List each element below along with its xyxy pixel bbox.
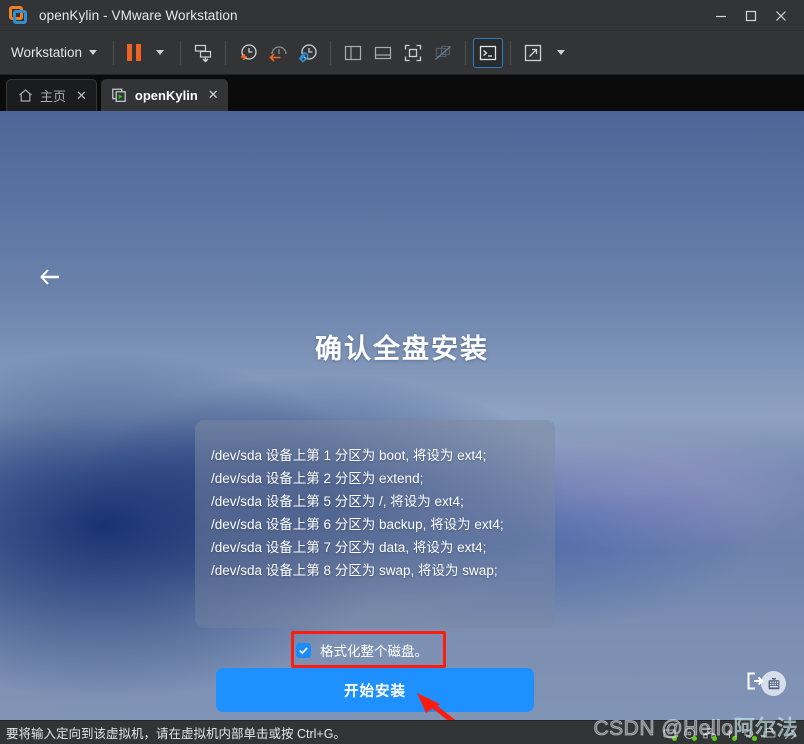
close-icon[interactable]: ✕ (76, 88, 87, 104)
toolbar-divider (330, 40, 332, 65)
send-ctrl-alt-del-icon (194, 44, 212, 62)
title-bar: openKylin - VMware Workstation (0, 0, 804, 31)
window-controls (706, 0, 804, 31)
pause-icon (127, 44, 142, 61)
close-icon[interactable]: ✕ (208, 87, 219, 103)
toolbar-divider (510, 40, 512, 65)
main-toolbar: Workstation (0, 31, 804, 75)
expand-diagonal-icon (524, 44, 542, 61)
status-bar: 要将输入定向到该虚拟机，请在虚拟机内部单击或按 Ctrl+G。 (0, 720, 804, 744)
status-printer-icon[interactable] (763, 727, 776, 740)
clock-wrench-icon (298, 43, 317, 63)
page-title: 确认全盘安装 (315, 334, 489, 364)
tab-home-label: 主页 (40, 89, 67, 104)
vm-viewport[interactable]: 确认全盘安装 /dev/sda 设备上第 1 分区为 boot, 将设为 ext… (0, 111, 804, 720)
fullscreen-button[interactable] (398, 38, 428, 68)
panel-left-icon (344, 45, 362, 60)
vm-tab-bar: 主页 ✕ openKylin ✕ (0, 75, 804, 111)
status-message: 要将输入定向到该虚拟机，请在虚拟机内部单击或按 Ctrl+G。 (6, 727, 346, 741)
clock-plus-icon (241, 43, 257, 60)
exit-icon[interactable] (743, 669, 767, 698)
partition-line: /dev/sda 设备上第 8 分区为 swap, 将设为 swap; (211, 563, 498, 578)
terminal-icon (479, 45, 497, 60)
tab-openkylin[interactable]: openKylin ✕ (100, 79, 228, 111)
toolbar-divider (465, 40, 467, 65)
fullscreen-icon (404, 44, 422, 61)
console-view-button[interactable] (473, 37, 504, 68)
partition-line: /dev/sda 设备上第 7 分区为 data, 将设为 ext4; (211, 540, 487, 555)
maximize-button[interactable] (736, 0, 766, 31)
installer-corner-icons (743, 669, 786, 698)
start-install-label: 开始安装 (344, 683, 406, 700)
partition-line: /dev/sda 设备上第 1 分区为 boot, 将设为 ext4; (211, 448, 487, 463)
toolbar-divider (113, 40, 115, 65)
status-cd-dvd-icon[interactable] (683, 727, 697, 741)
revert-snapshot-button[interactable] (263, 38, 293, 68)
status-usb-icon[interactable] (723, 727, 737, 741)
take-snapshot-button[interactable] (233, 38, 263, 68)
chevron-down-icon (89, 50, 98, 55)
partition-summary-panel: /dev/sda 设备上第 1 分区为 boot, 将设为 ext4; /dev… (195, 420, 555, 628)
arrow-left-icon (40, 269, 59, 285)
resize-grip-icon[interactable] (785, 727, 796, 739)
back-button[interactable] (38, 263, 66, 291)
toolbar-divider (180, 40, 182, 65)
partition-line: /dev/sda 设备上第 6 分区为 backup, 将设为 ext4; (211, 517, 504, 532)
vmware-workstation-window: openKylin - VMware Workstation Workstati… (0, 0, 804, 744)
stretch-view-dropdown[interactable] (548, 38, 574, 68)
workstation-menu-label: Workstation (11, 45, 83, 60)
clock-back-arrow-icon (269, 45, 287, 62)
unity-mode-disabled-icon (435, 45, 451, 60)
annotation-arrow (417, 693, 456, 720)
unity-mode-button (428, 38, 458, 68)
minimize-button[interactable] (706, 0, 736, 31)
status-device-icons (663, 721, 796, 744)
stretch-view-button[interactable] (518, 38, 548, 68)
partition-line: /dev/sda 设备上第 2 分区为 extend; (211, 471, 424, 486)
vm-running-icon (112, 88, 126, 102)
status-hard-disk-icon[interactable] (663, 727, 677, 741)
toolbar-divider (225, 40, 227, 65)
tab-openkylin-label: openKylin (134, 87, 198, 103)
status-network-icon[interactable] (703, 727, 717, 741)
pause-vm-button[interactable] (121, 38, 147, 68)
show-thumbnail-bar-button[interactable] (368, 38, 398, 68)
close-button[interactable] (766, 0, 796, 31)
snapshot-manager-button[interactable] (293, 38, 323, 68)
partition-line: /dev/sda 设备上第 5 分区为 /, 将设为 ext4; (211, 494, 464, 509)
window-title: openKylin - VMware Workstation (39, 7, 238, 23)
send-to-vm-button[interactable] (188, 38, 218, 68)
status-sound-icon[interactable] (743, 727, 757, 741)
panel-bottom-icon (374, 46, 392, 59)
vmware-logo-icon (9, 6, 27, 24)
chevron-down-icon (156, 50, 165, 55)
chevron-down-icon (557, 50, 566, 55)
annotation-highlight-rect (291, 631, 446, 668)
home-icon (19, 89, 32, 102)
tab-home[interactable]: 主页 ✕ (6, 79, 97, 111)
installer-wallpaper (0, 111, 804, 720)
workstation-menu-button[interactable]: Workstation (11, 45, 98, 60)
show-library-button[interactable] (338, 38, 368, 68)
pause-dropdown-button[interactable] (147, 38, 173, 68)
